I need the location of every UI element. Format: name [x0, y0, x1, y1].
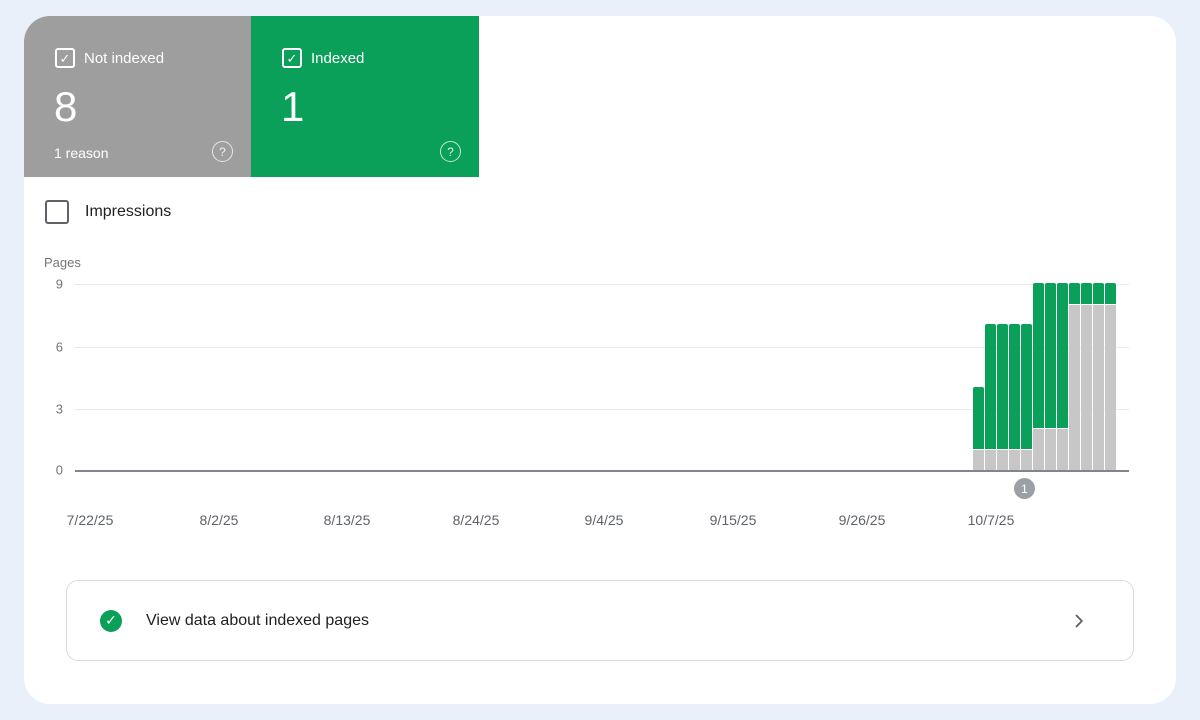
bar-segment-indexed: [1057, 283, 1068, 428]
gridline-9: [75, 284, 1129, 285]
x-tick-label: 10/7/25: [967, 512, 1015, 528]
bar-segment-indexed: [1069, 283, 1080, 304]
bar[interactable]: [1021, 324, 1032, 470]
bar-segment-not-indexed: [1081, 304, 1092, 470]
check-circle-icon: ✓: [100, 609, 122, 632]
x-axis-line: [75, 470, 1129, 472]
bar[interactable]: [1105, 283, 1116, 470]
index-report-panel: ✓ Not indexed 8 1 reason ? ✓ Indexed 1 ?…: [24, 16, 1176, 704]
x-tick-label: 7/22/25: [66, 512, 114, 528]
bar[interactable]: [973, 387, 984, 470]
bar-segment-indexed: [1081, 283, 1092, 304]
y-axis-title: Pages: [44, 255, 81, 270]
y-tick-label: 3: [55, 401, 63, 417]
bar-segment-not-indexed: [1105, 304, 1116, 470]
bar-segment-indexed: [1033, 283, 1044, 428]
page-background: ✓ Not indexed 8 1 reason ? ✓ Indexed 1 ?…: [0, 0, 1200, 720]
bar-segment-not-indexed: [1057, 428, 1068, 470]
gridline-6: [75, 347, 1129, 348]
bar-segment-indexed: [985, 324, 996, 449]
bar-segment-not-indexed: [1045, 428, 1056, 470]
bar-segment-not-indexed: [1093, 304, 1104, 470]
bar[interactable]: [1009, 324, 1020, 470]
bar[interactable]: [1057, 283, 1068, 470]
x-tick-label: 9/15/25: [709, 512, 757, 528]
bar-segment-indexed: [997, 324, 1008, 449]
gridline-3: [75, 409, 1129, 410]
x-tick-label: 9/4/25: [584, 512, 624, 528]
x-tick-label: 9/26/25: [838, 512, 886, 528]
stacked-bars: [973, 283, 1116, 470]
bar-segment-not-indexed: [985, 449, 996, 470]
y-tick-label: 6: [55, 339, 63, 355]
y-tick-label: 9: [55, 276, 63, 292]
bar-segment-indexed: [1021, 324, 1032, 449]
x-tick-label: 8/2/25: [199, 512, 239, 528]
y-tick-label: 0: [55, 462, 63, 478]
x-tick-label: 8/24/25: [452, 512, 500, 528]
x-tick-label: 8/13/25: [323, 512, 371, 528]
bar[interactable]: [997, 324, 1008, 470]
bar-segment-indexed: [1045, 283, 1056, 428]
bar[interactable]: [1045, 283, 1056, 470]
bar[interactable]: [985, 324, 996, 470]
banner-label: View data about indexed pages: [146, 611, 369, 629]
bar[interactable]: [1081, 283, 1092, 470]
bar[interactable]: [1033, 283, 1044, 470]
bar-segment-not-indexed: [973, 449, 984, 470]
chevron-right-icon: [1069, 611, 1089, 631]
bar-segment-not-indexed: [997, 449, 1008, 470]
bar[interactable]: [1093, 283, 1104, 470]
bar-segment-not-indexed: [1069, 304, 1080, 470]
pages-chart: Pages 9 6 3 0 1 7/22/25 8/2/25 8/13/25 8…: [24, 16, 1176, 576]
bar-segment-indexed: [1093, 283, 1104, 304]
bar-segment-indexed: [973, 387, 984, 449]
bar-segment-indexed: [1105, 283, 1116, 304]
bar-segment-not-indexed: [1009, 449, 1020, 470]
annotation-marker[interactable]: 1: [1014, 478, 1035, 499]
bar-segment-indexed: [1009, 324, 1020, 449]
bar-segment-not-indexed: [1021, 449, 1032, 470]
view-indexed-pages-banner[interactable]: ✓ View data about indexed pages: [66, 580, 1134, 661]
bar[interactable]: [1069, 283, 1080, 470]
bar-segment-not-indexed: [1033, 428, 1044, 470]
